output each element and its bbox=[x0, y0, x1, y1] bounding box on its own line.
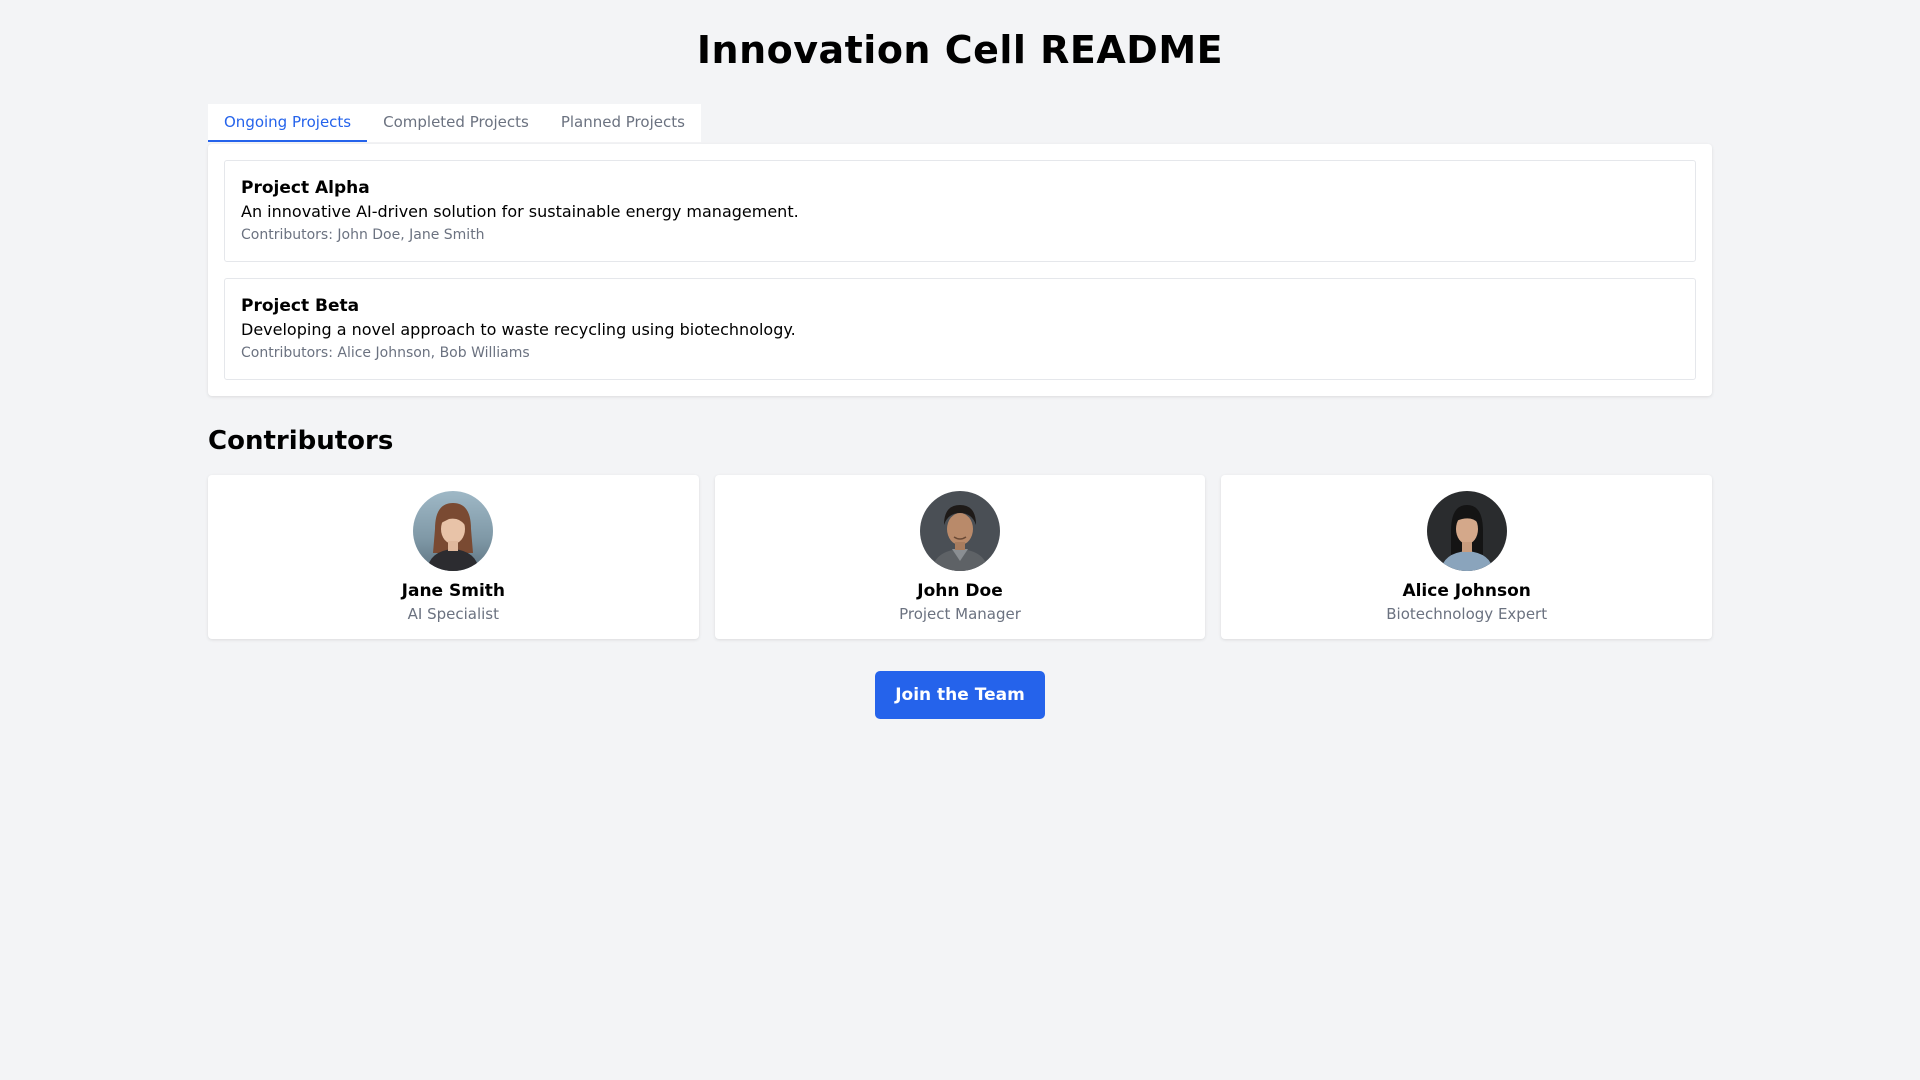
avatar bbox=[413, 491, 494, 571]
contributor-card: Jane Smith AI Specialist bbox=[208, 475, 699, 639]
join-team-button[interactable]: Join the Team bbox=[875, 671, 1045, 719]
contributor-card: John Doe Project Manager bbox=[714, 475, 1206, 639]
contributor-role: Biotechnology Expert bbox=[1386, 605, 1548, 623]
contributor-role: AI Specialist bbox=[407, 605, 500, 623]
project-description: An innovative AI-driven solution for sus… bbox=[241, 202, 799, 221]
project-contributors: Contributors: John Doe, Jane Smith bbox=[241, 227, 485, 243]
avatar-portrait-icon bbox=[920, 491, 1000, 571]
tab-ongoing-projects[interactable]: Ongoing Projects bbox=[208, 104, 368, 142]
contributor-name: Alice Johnson bbox=[1402, 581, 1531, 601]
avatar bbox=[920, 491, 1000, 571]
contributors-heading: Contributors bbox=[208, 426, 394, 456]
avatar-portrait-icon bbox=[413, 491, 494, 571]
tab-planned-projects[interactable]: Planned Projects bbox=[545, 104, 701, 142]
cta-wrapper: Join the Team bbox=[0, 671, 1920, 719]
project-description: Developing a novel approach to waste rec… bbox=[241, 320, 796, 339]
avatar-portrait-icon bbox=[1426, 491, 1507, 571]
contributor-name: Jane Smith bbox=[401, 581, 506, 601]
project-name: Project Alpha bbox=[241, 178, 370, 198]
contributor-card: Alice Johnson Biotechnology Expert bbox=[1221, 475, 1713, 639]
page-title: Innovation Cell README bbox=[696, 28, 1224, 72]
projects-panel: Project Alpha An innovative AI-driven so… bbox=[208, 144, 1712, 396]
tab-completed-projects[interactable]: Completed Projects bbox=[367, 104, 545, 142]
contributor-role: Project Manager bbox=[899, 605, 1021, 623]
project-card: Project Alpha An innovative AI-driven so… bbox=[224, 160, 1696, 262]
project-contributors: Contributors: Alice Johnson, Bob William… bbox=[241, 345, 530, 361]
avatar bbox=[1426, 491, 1507, 571]
contributor-name: John Doe bbox=[917, 581, 1003, 601]
page: Innovation Cell README Ongoing Projects … bbox=[0, 0, 1920, 1080]
project-name: Project Beta bbox=[241, 296, 360, 316]
contributor-cards: Jane Smith AI Specialist John Doe Projec… bbox=[208, 475, 1713, 639]
project-tabs: Ongoing Projects Completed Projects Plan… bbox=[208, 104, 701, 142]
project-card: Project Beta Developing a novel approach… bbox=[224, 278, 1696, 380]
